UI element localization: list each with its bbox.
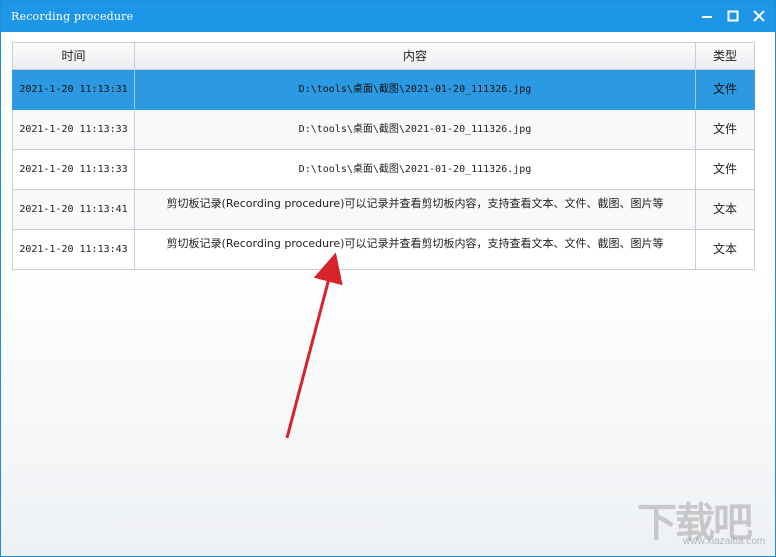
watermark-url: www.xiazaiba.com bbox=[683, 536, 766, 547]
watermark: 下载吧 www.xiazaiba.com bbox=[637, 490, 772, 550]
annotation-arrow bbox=[285, 252, 343, 439]
app-window: Recording procedure 时间 内容 类型 2021-1-20 1… bbox=[0, 0, 776, 557]
